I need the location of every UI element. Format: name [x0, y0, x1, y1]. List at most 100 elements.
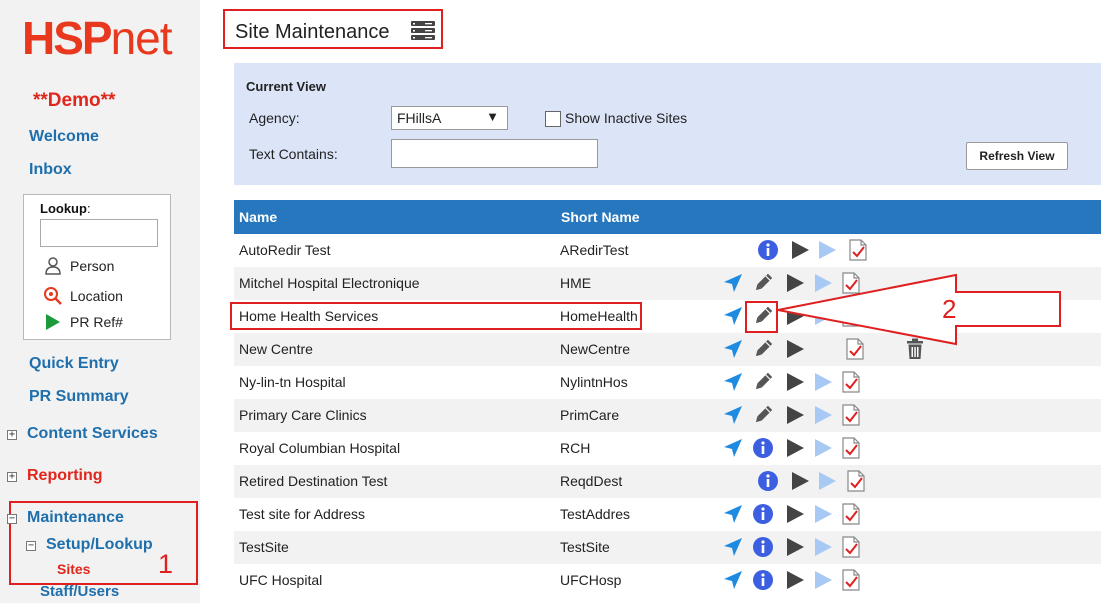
play-icon[interactable]	[784, 503, 806, 525]
play-light-icon[interactable]	[816, 470, 838, 492]
filter-panel: Current View Agency: FHillsA ▼ Show Inac…	[234, 63, 1101, 185]
text-contains-input[interactable]	[391, 139, 598, 168]
site-name-cell: Royal Columbian Hospital	[239, 440, 401, 456]
info-icon[interactable]	[752, 437, 774, 459]
info-icon[interactable]	[757, 239, 779, 261]
play-icon[interactable]	[789, 470, 811, 492]
column-header-short-name[interactable]: Short Name	[561, 209, 640, 225]
table-row[interactable]: Ny-lin-tn Hospital NylintnHos	[234, 366, 1101, 399]
play-light-icon[interactable]	[816, 239, 838, 261]
nav-content-services[interactable]: Content Services	[27, 425, 158, 443]
site-name-cell: Retired Destination Test	[239, 473, 388, 489]
document-check-icon[interactable]	[847, 239, 869, 261]
site-name-cell: Mitchel Hospital Electronique	[239, 275, 420, 291]
play-icon[interactable]	[784, 371, 806, 393]
play-light-icon[interactable]	[812, 503, 834, 525]
column-header-name[interactable]: Name	[239, 209, 277, 225]
navigate-icon[interactable]	[722, 338, 744, 360]
page-title-highlight: Site Maintenance	[223, 9, 443, 49]
short-name-cell: ARedirTest	[560, 242, 629, 258]
site-name-cell: Primary Care Clinics	[239, 407, 367, 423]
person-icon	[42, 257, 64, 275]
agency-select[interactable]: FHillsA ▼	[391, 106, 508, 130]
nav-sites[interactable]: Sites	[57, 561, 90, 577]
annotation-number-1: 1	[158, 549, 174, 579]
navigate-icon[interactable]	[722, 569, 744, 591]
table-row[interactable]: Primary Care Clinics PrimCare	[234, 399, 1101, 432]
agency-label: Agency:	[249, 110, 300, 126]
lookup-panel: Lookup: Person Location PR Ref#	[23, 194, 171, 340]
collapse-icon[interactable]: −	[26, 541, 36, 551]
dropdown-arrow-icon: ▼	[486, 109, 499, 124]
short-name-cell: ReqdDest	[560, 473, 623, 489]
info-icon[interactable]	[752, 503, 774, 525]
info-icon[interactable]	[752, 569, 774, 591]
table-row[interactable]: UFC Hospital UFCHosp	[234, 564, 1101, 597]
show-inactive-checkbox[interactable]	[545, 111, 561, 127]
lookup-location[interactable]: Location	[42, 286, 123, 306]
site-name-cell: Ny-lin-tn Hospital	[239, 374, 346, 390]
navigate-icon[interactable]	[722, 503, 744, 525]
edit-pencil-icon[interactable]	[752, 371, 774, 393]
lookup-pr-ref[interactable]: PR Ref#	[42, 313, 123, 331]
lookup-person[interactable]: Person	[42, 257, 114, 275]
site-name-cell: UFC Hospital	[239, 572, 323, 588]
nav-staff-users[interactable]: Staff/Users	[40, 583, 119, 600]
document-check-icon[interactable]	[840, 503, 862, 525]
play-icon[interactable]	[784, 536, 806, 558]
table-row[interactable]: Royal Columbian Hospital RCH	[234, 432, 1101, 465]
navigate-icon[interactable]	[722, 404, 744, 426]
play-light-icon[interactable]	[812, 536, 834, 558]
nav-setup-lookup[interactable]: Setup/Lookup	[46, 536, 153, 554]
table-row[interactable]: Retired Destination Test ReqdDest	[234, 465, 1101, 498]
nav-quick-entry[interactable]: Quick Entry	[29, 355, 119, 373]
lookup-input[interactable]	[40, 219, 158, 247]
expand-icon[interactable]: +	[7, 430, 17, 440]
site-name-cell: AutoRedir Test	[239, 242, 331, 258]
collapse-icon[interactable]: −	[7, 514, 17, 524]
document-check-icon[interactable]	[845, 470, 867, 492]
info-icon[interactable]	[757, 470, 779, 492]
annotation-number-2: 2	[942, 294, 956, 324]
sidebar: HSPnet **Demo** Welcome Inbox Lookup: Pe…	[0, 0, 200, 603]
play-light-icon[interactable]	[812, 437, 834, 459]
play-light-icon[interactable]	[812, 404, 834, 426]
play-icon[interactable]	[784, 437, 806, 459]
page-title: Site Maintenance	[235, 21, 390, 43]
expand-icon[interactable]: +	[7, 472, 17, 482]
site-name-cell: New Centre	[239, 341, 313, 357]
navigate-icon[interactable]	[722, 305, 744, 327]
short-name-cell: TestSite	[560, 539, 610, 555]
document-check-icon[interactable]	[840, 536, 862, 558]
play-light-icon[interactable]	[812, 371, 834, 393]
play-icon[interactable]	[784, 404, 806, 426]
table-row[interactable]: AutoRedir Test ARedirTest	[234, 234, 1101, 267]
nav-welcome[interactable]: Welcome	[29, 128, 99, 146]
navigate-icon[interactable]	[722, 536, 744, 558]
edit-pencil-icon[interactable]	[752, 404, 774, 426]
table-row[interactable]: TestSite TestSite	[234, 531, 1101, 564]
refresh-view-button[interactable]: Refresh View	[966, 142, 1068, 170]
short-name-cell: NylintnHos	[560, 374, 628, 390]
play-icon[interactable]	[784, 569, 806, 591]
navigate-icon[interactable]	[722, 371, 744, 393]
navigate-icon[interactable]	[722, 437, 744, 459]
nav-reporting[interactable]: Reporting	[27, 467, 103, 485]
short-name-cell: HME	[560, 275, 592, 291]
nav-inbox[interactable]: Inbox	[29, 161, 72, 179]
nav-maintenance[interactable]: Maintenance	[27, 509, 124, 527]
show-inactive-label[interactable]: Show Inactive Sites	[565, 110, 687, 126]
document-check-icon[interactable]	[840, 404, 862, 426]
nav-pr-summary[interactable]: PR Summary	[29, 388, 129, 406]
play-icon[interactable]	[789, 239, 811, 261]
play-light-icon[interactable]	[812, 569, 834, 591]
short-name-cell: NewCentre	[560, 341, 631, 357]
hspnet-logo[interactable]: HSPnet	[22, 15, 173, 61]
document-check-icon[interactable]	[840, 437, 862, 459]
navigate-icon[interactable]	[722, 272, 744, 294]
document-check-icon[interactable]	[840, 569, 862, 591]
document-check-icon[interactable]	[840, 371, 862, 393]
info-icon[interactable]	[752, 536, 774, 558]
short-name-cell: PrimCare	[560, 407, 620, 423]
table-row[interactable]: Test site for Address TestAddres	[234, 498, 1101, 531]
